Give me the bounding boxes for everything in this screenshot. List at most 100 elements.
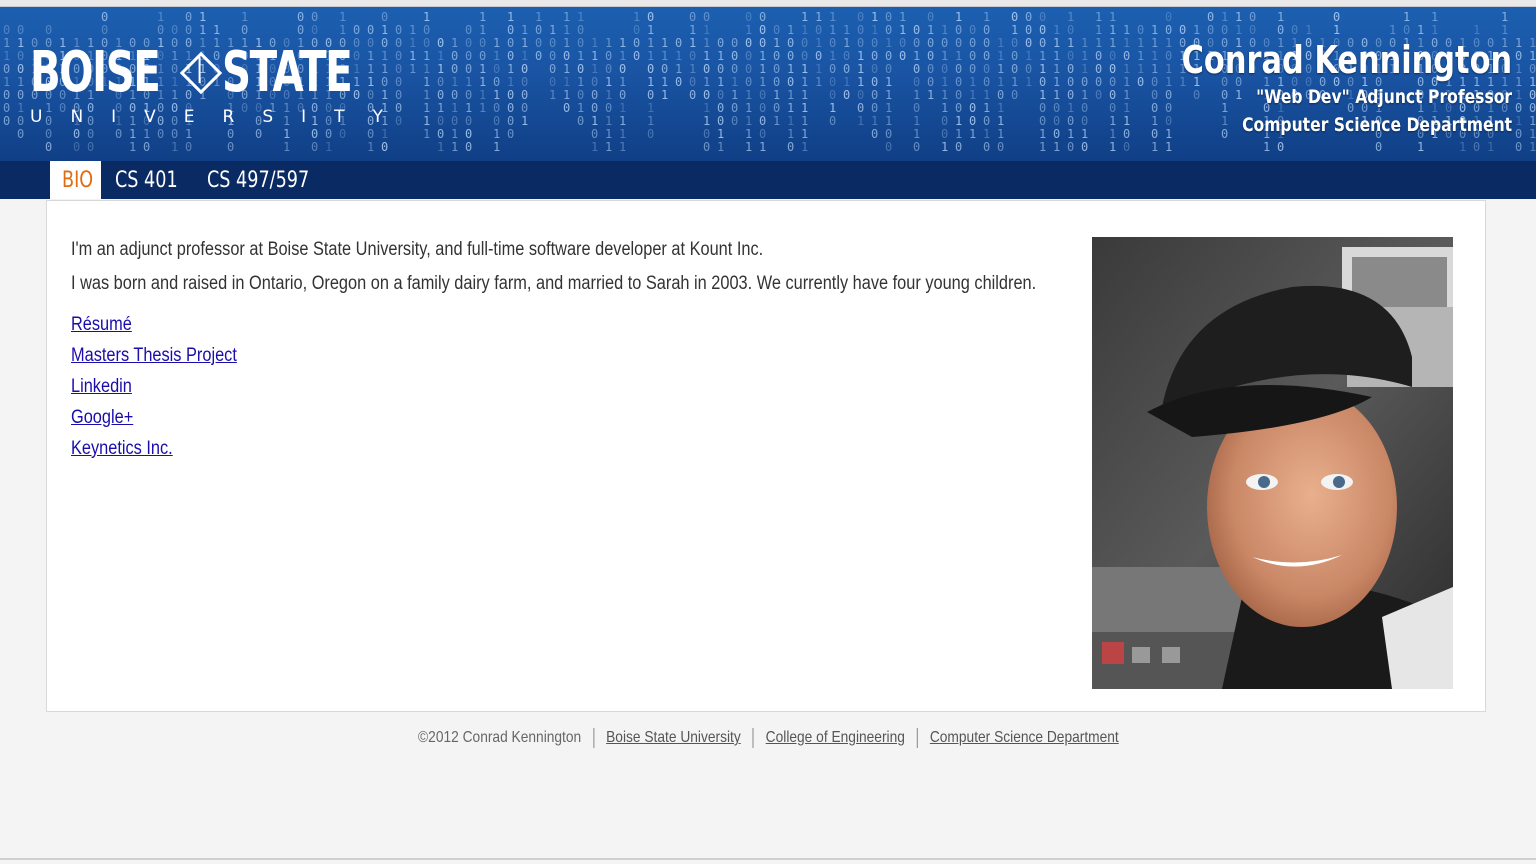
- footer-link-boise-state[interactable]: Boise State University: [606, 729, 741, 747]
- svg-text:0: 0: [759, 127, 766, 141]
- svg-text:1: 1: [647, 114, 654, 128]
- svg-text:1: 1: [521, 114, 528, 128]
- tab-bio[interactable]: BIO: [50, 161, 101, 199]
- svg-text:1: 1: [479, 23, 486, 37]
- svg-text:0: 0: [395, 23, 402, 37]
- svg-text:1: 1: [801, 127, 808, 141]
- resume-link[interactable]: Résumé: [71, 309, 237, 340]
- svg-text:0: 0: [493, 62, 500, 76]
- svg-text:1: 1: [871, 23, 878, 37]
- svg-text:1: 1: [731, 75, 738, 89]
- svg-text:0: 0: [185, 23, 192, 37]
- svg-text:1: 1: [563, 23, 570, 37]
- svg-text:1: 1: [185, 127, 192, 141]
- svg-text:1: 1: [983, 101, 990, 115]
- svg-text:0: 0: [549, 75, 556, 89]
- svg-text:0: 0: [633, 23, 640, 37]
- svg-text:0: 0: [507, 127, 514, 141]
- svg-text:0: 0: [941, 36, 948, 50]
- svg-text:1: 1: [423, 10, 430, 24]
- svg-text:1: 1: [521, 23, 528, 37]
- svg-text:1: 1: [787, 88, 794, 102]
- svg-text:0: 0: [927, 75, 934, 89]
- svg-text:0: 0: [941, 62, 948, 76]
- svg-text:0: 0: [955, 23, 962, 37]
- svg-text:0: 0: [815, 23, 822, 37]
- svg-text:0: 0: [3, 101, 10, 115]
- svg-text:0: 0: [1137, 23, 1144, 37]
- svg-text:1: 1: [1529, 127, 1536, 141]
- svg-text:1: 1: [451, 36, 458, 50]
- svg-text:1: 1: [899, 10, 906, 24]
- svg-text:0: 0: [73, 140, 80, 154]
- svg-text:1: 1: [3, 49, 10, 63]
- svg-text:0: 0: [871, 49, 878, 63]
- tab-cs-497-597[interactable]: CS 497/597: [195, 161, 315, 199]
- svg-text:0: 0: [969, 101, 976, 115]
- logo-subtitle: UNIVERSITY: [30, 107, 411, 127]
- linkedin-link[interactable]: Linkedin: [71, 371, 237, 402]
- svg-text:1: 1: [717, 140, 724, 154]
- svg-text:0: 0: [17, 127, 24, 141]
- footer-link-cs-department[interactable]: Computer Science Department: [929, 729, 1118, 747]
- svg-text:0: 0: [437, 36, 444, 50]
- svg-text:1: 1: [913, 127, 920, 141]
- svg-text:0: 0: [535, 49, 542, 63]
- svg-text:0: 0: [955, 36, 962, 50]
- keynetics-link[interactable]: Keynetics Inc.: [71, 433, 237, 464]
- svg-text:1: 1: [577, 75, 584, 89]
- svg-text:0: 0: [969, 49, 976, 63]
- svg-text:1: 1: [591, 62, 598, 76]
- svg-text:0: 0: [339, 127, 346, 141]
- svg-text:0: 0: [1067, 75, 1074, 89]
- svg-text:1: 1: [563, 88, 570, 102]
- svg-text:0: 0: [703, 140, 710, 154]
- svg-text:0: 0: [563, 101, 570, 115]
- svg-text:0: 0: [3, 62, 10, 76]
- svg-text:1: 1: [1067, 36, 1074, 50]
- svg-text:0: 0: [941, 127, 948, 141]
- svg-text:0: 0: [465, 23, 472, 37]
- svg-text:0: 0: [423, 36, 430, 50]
- svg-text:0: 0: [885, 10, 892, 24]
- svg-text:1: 1: [423, 49, 430, 63]
- svg-text:0: 0: [745, 36, 752, 50]
- svg-text:0: 0: [1067, 23, 1074, 37]
- svg-text:0: 0: [689, 75, 696, 89]
- svg-text:1: 1: [563, 36, 570, 50]
- svg-text:0: 0: [1053, 101, 1060, 115]
- svg-text:0: 0: [1277, 23, 1284, 37]
- svg-text:1: 1: [1459, 140, 1466, 154]
- svg-text:1: 1: [1501, 10, 1508, 24]
- svg-text:0: 0: [969, 62, 976, 76]
- masters-thesis-link[interactable]: Masters Thesis Project: [71, 340, 237, 371]
- svg-text:1: 1: [605, 75, 612, 89]
- svg-text:0: 0: [969, 114, 976, 128]
- svg-text:1: 1: [885, 101, 892, 115]
- svg-text:0: 0: [1025, 36, 1032, 50]
- svg-text:1: 1: [1529, 75, 1536, 89]
- svg-text:0: 0: [745, 75, 752, 89]
- svg-text:0: 0: [717, 114, 724, 128]
- tab-cs-401[interactable]: CS 401: [103, 161, 195, 199]
- svg-text:1: 1: [1515, 62, 1522, 76]
- footer-link-college-engineering[interactable]: College of Engineering: [765, 729, 904, 747]
- svg-text:0: 0: [255, 127, 262, 141]
- svg-text:0: 0: [885, 127, 892, 141]
- svg-text:0: 0: [1081, 140, 1088, 154]
- google-plus-link[interactable]: Google+: [71, 402, 237, 433]
- svg-text:1: 1: [493, 49, 500, 63]
- university-logo[interactable]: BOISE STATE UNIVERSITY: [30, 41, 411, 128]
- svg-text:0: 0: [325, 127, 332, 141]
- svg-text:0: 0: [3, 23, 10, 37]
- svg-text:0: 0: [857, 88, 864, 102]
- svg-text:0: 0: [1025, 23, 1032, 37]
- svg-text:1: 1: [717, 127, 724, 141]
- svg-text:1: 1: [1081, 36, 1088, 50]
- svg-text:1: 1: [1109, 10, 1116, 24]
- svg-text:0: 0: [1053, 127, 1060, 141]
- svg-text:0: 0: [17, 49, 24, 63]
- svg-text:0: 0: [857, 36, 864, 50]
- svg-text:1: 1: [563, 75, 570, 89]
- svg-text:1: 1: [871, 114, 878, 128]
